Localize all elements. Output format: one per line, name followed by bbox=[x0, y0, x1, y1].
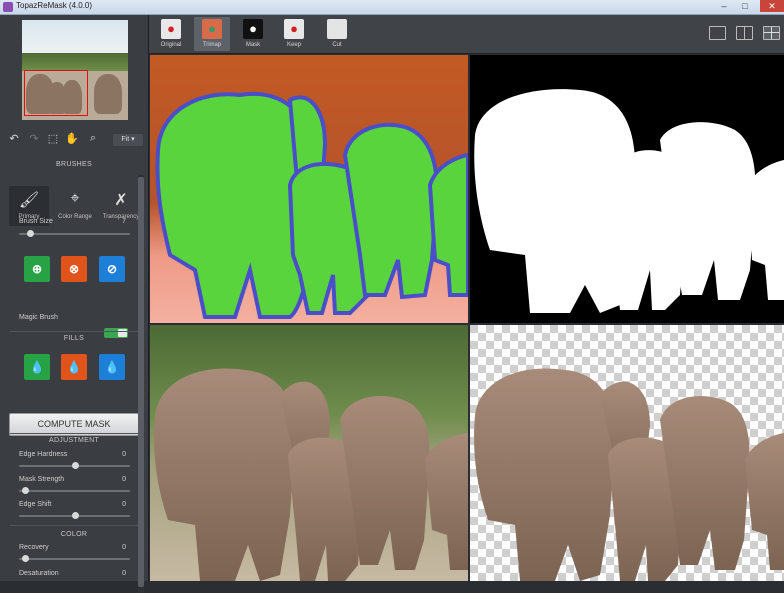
zoom-select[interactable]: Fit ▾ bbox=[113, 134, 143, 146]
tab-label: Original bbox=[160, 42, 182, 48]
edge-shift-slider[interactable] bbox=[19, 512, 130, 519]
desaturation-value: 0 bbox=[122, 570, 126, 577]
compute-fill-button[interactable]: 💧 bbox=[99, 354, 125, 380]
tab-trimap[interactable]: ● Trimap bbox=[194, 17, 230, 51]
brushes-section-title: BRUSHES bbox=[56, 161, 92, 168]
original-view[interactable] bbox=[150, 325, 468, 581]
edge-shift-value: 0 bbox=[122, 501, 126, 508]
slider-thumb[interactable] bbox=[71, 462, 79, 469]
brush-size-label: Brush Size bbox=[19, 218, 53, 225]
slider-thumb[interactable] bbox=[71, 512, 79, 519]
window-title: TopazReMask (4.0.0) bbox=[16, 1, 93, 10]
divider bbox=[10, 433, 138, 434]
thumb-trees bbox=[22, 53, 128, 71]
mask-view[interactable] bbox=[470, 55, 784, 323]
tab-label: Cut bbox=[332, 42, 342, 48]
minimize-button[interactable]: – bbox=[714, 0, 734, 12]
mask-apple-icon: ● bbox=[243, 19, 263, 39]
cut-brush-button[interactable]: ⊗ bbox=[61, 256, 87, 282]
undo-icon[interactable]: ↶ bbox=[6, 132, 22, 145]
control-panel: ↶ ↷ ⬚ ✋ ⌕ Fit ▾ BRUSHES 🖌 Primary ⌖ Colo… bbox=[0, 15, 149, 593]
cut-fill-button[interactable]: 💧 bbox=[61, 354, 87, 380]
tab-transparency-brush[interactable]: ✗ Transparency bbox=[101, 186, 141, 226]
slider-thumb[interactable] bbox=[27, 230, 35, 237]
compute-brush-button[interactable]: ⊘ bbox=[99, 256, 125, 282]
keep-result-image bbox=[470, 325, 784, 581]
keep-result-view[interactable] bbox=[470, 325, 784, 581]
app-logo-icon bbox=[3, 2, 13, 12]
mask-strength-value: 0 bbox=[122, 476, 126, 483]
apple-icon: ● bbox=[284, 19, 304, 39]
apple-icon: ● bbox=[161, 19, 181, 39]
color-section-title: COLOR bbox=[60, 531, 88, 538]
magic-brush-label: Magic Brush bbox=[19, 314, 58, 321]
slider-thumb[interactable] bbox=[21, 555, 29, 562]
desaturation-label: Desaturation bbox=[19, 570, 59, 577]
thumb-sky bbox=[22, 20, 128, 56]
close-button[interactable]: ✕ bbox=[760, 0, 784, 12]
hand-icon[interactable]: ✋ bbox=[64, 132, 80, 145]
edge-hardness-label: Edge Hardness bbox=[19, 451, 68, 458]
fills-section-title: FILLS bbox=[63, 335, 85, 342]
edge-shift-label: Edge Shift bbox=[19, 501, 52, 508]
tab-label: Color Range bbox=[58, 214, 92, 220]
quad-view-icon[interactable] bbox=[763, 26, 780, 40]
mask-image bbox=[470, 55, 784, 323]
keep-brush-button[interactable]: ⊕ bbox=[24, 256, 50, 282]
color-range-icon: ⌖ bbox=[70, 190, 80, 207]
divider bbox=[10, 331, 138, 332]
selection-icon[interactable]: ⬚ bbox=[45, 132, 61, 145]
redo-icon[interactable]: ↷ bbox=[26, 132, 42, 145]
brush-size-slider[interactable] bbox=[19, 230, 130, 237]
trimap-view[interactable] bbox=[150, 55, 468, 323]
tab-label: Mask bbox=[245, 42, 261, 48]
blank-icon bbox=[327, 19, 347, 39]
tab-mask[interactable]: ● Mask bbox=[235, 17, 271, 51]
split-view-icon[interactable] bbox=[736, 26, 753, 40]
maximize-button[interactable]: □ bbox=[735, 0, 755, 12]
keep-fill-button[interactable]: 💧 bbox=[24, 354, 50, 380]
tab-label: Transparency bbox=[102, 214, 140, 220]
thumb-elephant bbox=[94, 74, 122, 114]
recovery-label: Recovery bbox=[19, 544, 49, 551]
view-toolbar: ● Original ● Trimap ● Mask ● Keep Cut bbox=[149, 15, 784, 54]
mask-strength-slider[interactable] bbox=[19, 487, 130, 494]
slider-thumb[interactable] bbox=[21, 487, 29, 494]
edge-hardness-value: 0 bbox=[122, 451, 126, 458]
scrollbar-thumb[interactable] bbox=[138, 177, 144, 587]
tab-color-range-brush[interactable]: ⌖ Color Range bbox=[55, 186, 95, 226]
edge-hardness-slider[interactable] bbox=[19, 462, 130, 469]
tab-label: Trimap bbox=[202, 42, 222, 48]
brush-icon: 🖌 bbox=[18, 192, 40, 209]
divider bbox=[10, 525, 138, 526]
panel-scrollbar[interactable] bbox=[138, 175, 144, 593]
tab-original[interactable]: ● Original bbox=[153, 17, 189, 51]
trimap-image bbox=[150, 55, 468, 323]
tab-keep[interactable]: ● Keep bbox=[276, 17, 312, 51]
zoom-value: Fit bbox=[121, 136, 130, 143]
adjustment-section-title: ADJUSTMENT bbox=[48, 437, 100, 444]
mask-strength-label: Mask Strength bbox=[19, 476, 65, 483]
original-photo bbox=[150, 325, 468, 581]
tab-cut[interactable]: Cut bbox=[319, 17, 355, 51]
navigator-view-rectangle[interactable] bbox=[24, 70, 88, 116]
recovery-value: 0 bbox=[122, 544, 126, 551]
recovery-slider[interactable] bbox=[19, 555, 130, 562]
trimap-apple-icon: ● bbox=[202, 19, 222, 39]
title-bar: TopazReMask (4.0.0) – □ ✕ bbox=[0, 0, 784, 15]
tab-label: Keep bbox=[286, 42, 301, 48]
single-view-icon[interactable] bbox=[709, 26, 726, 40]
brush-size-value: 7 bbox=[122, 218, 126, 225]
transparency-brush-icon: ✗ bbox=[114, 192, 128, 209]
zoom-icon[interactable]: ⌕ bbox=[85, 132, 101, 145]
navigator-thumbnail[interactable] bbox=[22, 20, 128, 120]
canvas-tools: ↶ ↷ ⬚ ✋ ⌕ Fit ▾ bbox=[0, 131, 148, 149]
